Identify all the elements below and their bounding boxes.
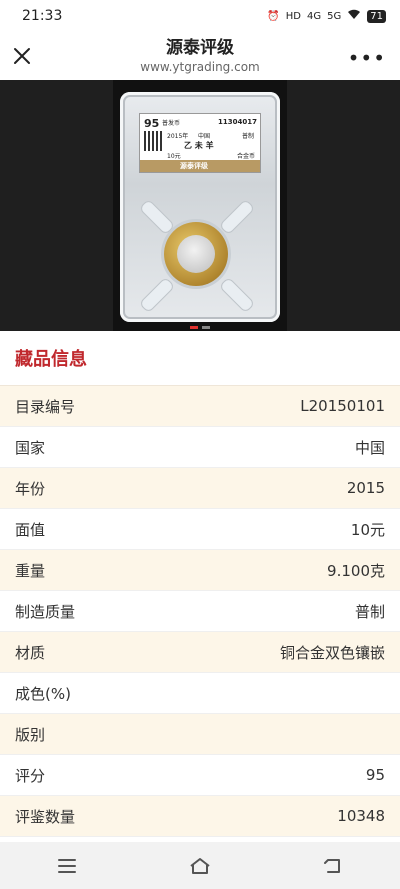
detail-value: 普制 bbox=[354, 602, 385, 621]
detail-value: 铜合金双色镶嵌 bbox=[279, 643, 385, 662]
label-brand: 源泰评级 bbox=[180, 162, 208, 170]
detail-row-graded-count: 评鉴数量 10348 bbox=[0, 796, 400, 837]
coin-center bbox=[177, 235, 215, 273]
status-icons: ⏰ HD 4G 5G 71 bbox=[267, 9, 386, 23]
detail-label: 版别 bbox=[15, 725, 46, 744]
detail-label: 国家 bbox=[15, 438, 46, 457]
more-icon[interactable]: ••• bbox=[348, 46, 386, 70]
detail-label: 目录编号 bbox=[15, 397, 76, 416]
detail-row-catalog-number: 目录编号 L20150101 bbox=[0, 386, 400, 427]
detail-label: 制造质量 bbox=[15, 602, 76, 621]
section-title: 藏品信息 bbox=[15, 349, 87, 370]
label-material: 合金币 bbox=[236, 153, 255, 160]
status-time: 21:33 bbox=[22, 8, 63, 24]
page-url: www.ytgrading.com bbox=[140, 60, 260, 74]
detail-row-score: 评分 95 bbox=[0, 755, 400, 796]
label-year: 2015年 bbox=[167, 133, 189, 140]
coin-image bbox=[164, 222, 228, 286]
carousel-dot[interactable] bbox=[202, 326, 210, 329]
detail-row-fineness: 成色(%) bbox=[0, 673, 400, 714]
details-list: 目录编号 L20150101 国家 中国 年份 2015 面值 10元 重量 9… bbox=[0, 386, 400, 837]
label-face-value: 10元 bbox=[167, 153, 181, 160]
detail-value: 中国 bbox=[354, 438, 385, 457]
label-coin-name: 乙 未 羊 bbox=[184, 141, 214, 150]
back-icon[interactable] bbox=[311, 851, 355, 881]
label-grade: 95 bbox=[144, 117, 160, 130]
label-country: 中国 bbox=[198, 133, 211, 140]
close-icon[interactable] bbox=[10, 44, 34, 68]
qr-code-icon bbox=[144, 131, 164, 151]
label-brand-band: 源泰评级 bbox=[140, 160, 260, 172]
detail-value: 10348 bbox=[337, 807, 385, 825]
detail-value: 10元 bbox=[350, 520, 385, 539]
carousel-indicator bbox=[190, 326, 210, 329]
detail-label: 评鉴数量 bbox=[15, 807, 76, 826]
detail-label: 成色(%) bbox=[15, 684, 71, 703]
alarm-icon: ⏰ bbox=[267, 10, 280, 22]
detail-row-variety: 版别 bbox=[0, 714, 400, 755]
detail-row-material: 材质 铜合金双色镶嵌 bbox=[0, 632, 400, 673]
signal-5g-icon: 5G bbox=[327, 10, 342, 22]
detail-label: 年份 bbox=[15, 479, 46, 498]
home-icon[interactable] bbox=[178, 851, 222, 881]
coin-image-carousel[interactable]: 95 普发币 11304017 2015年 中国 普制 乙 未 羊 10元 合金… bbox=[0, 80, 400, 331]
detail-row-quality: 制造质量 普制 bbox=[0, 591, 400, 632]
signal-4g-icon: 4G bbox=[307, 10, 322, 22]
section-header: 藏品信息 bbox=[0, 331, 400, 386]
carousel-dot-active[interactable] bbox=[190, 326, 198, 329]
slab-label: 95 普发币 11304017 2015年 中国 普制 乙 未 羊 10元 合金… bbox=[139, 113, 261, 173]
detail-label: 评分 bbox=[15, 766, 46, 785]
detail-label: 面值 bbox=[15, 520, 46, 539]
detail-row-face-value: 面值 10元 bbox=[0, 509, 400, 550]
label-kind: 普发币 bbox=[162, 120, 181, 127]
menu-icon[interactable] bbox=[45, 851, 89, 881]
label-strike: 普制 bbox=[241, 133, 254, 140]
detail-row-country: 国家 中国 bbox=[0, 427, 400, 468]
detail-row-year: 年份 2015 bbox=[0, 468, 400, 509]
label-cert-number: 11304017 bbox=[218, 118, 257, 126]
nav-bar: 源泰评级 www.ytgrading.com ••• bbox=[0, 32, 400, 80]
system-nav-bar bbox=[0, 842, 400, 889]
detail-value: 95 bbox=[365, 766, 385, 784]
wifi-icon bbox=[347, 9, 361, 23]
detail-label: 材质 bbox=[15, 643, 46, 662]
detail-label: 重量 bbox=[15, 561, 46, 580]
detail-value: 9.100克 bbox=[327, 561, 385, 580]
battery-icon: 71 bbox=[367, 9, 386, 23]
detail-row-weight: 重量 9.100克 bbox=[0, 550, 400, 591]
detail-value: L20150101 bbox=[300, 397, 385, 415]
hd-icon: HD bbox=[285, 10, 302, 22]
detail-value: 2015 bbox=[346, 479, 385, 497]
page-title: 源泰评级 bbox=[166, 38, 234, 58]
status-bar: 21:33 ⏰ HD 4G 5G 71 bbox=[0, 0, 400, 32]
